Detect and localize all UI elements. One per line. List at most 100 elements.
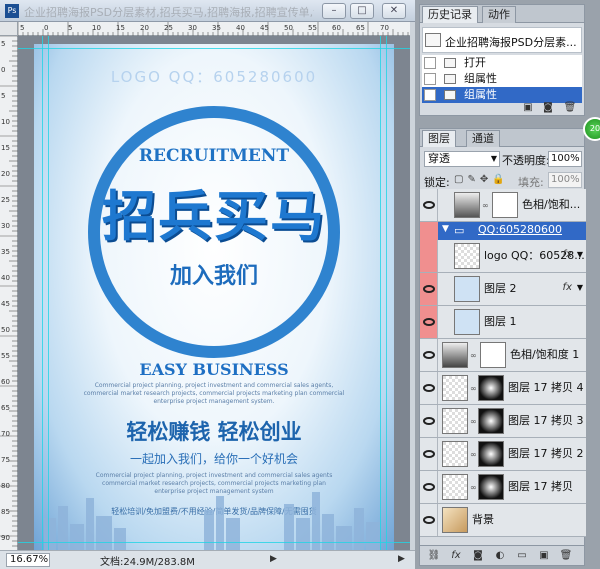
maximize-button[interactable]: □ xyxy=(350,3,374,19)
tab-layers[interactable]: 图层 xyxy=(422,130,456,147)
layer-row[interactable]: ∞ 图层 17 拷贝 4 xyxy=(420,372,586,405)
layer-row[interactable]: logo QQ：60528... fx ▼ xyxy=(420,240,586,273)
layer-row[interactable]: 图层 2 fx ▼ xyxy=(420,273,586,306)
guide-line[interactable] xyxy=(48,36,49,550)
chain-icon[interactable]: ∞ xyxy=(470,384,478,394)
layers-list: ∞ 色相/饱和... ▼ ▭ QQ:605280600 logo QQ：6052… xyxy=(420,189,586,545)
layer-name: 图层 17 拷贝 2 xyxy=(508,447,584,460)
layer-row[interactable]: ∞ 色相/饱和度 1 xyxy=(420,339,586,372)
fx-icon[interactable]: fx xyxy=(448,549,464,563)
status-badge[interactable]: 20 xyxy=(583,117,600,141)
ruler-corner[interactable] xyxy=(0,22,18,36)
expand-arrow-icon[interactable]: ▼ xyxy=(442,224,449,234)
fx-icon[interactable]: fx xyxy=(563,249,572,260)
ruler-label: 65 xyxy=(1,404,10,412)
visibility-toggle[interactable] xyxy=(420,405,438,437)
zoom-field[interactable]: 16.67% xyxy=(6,553,50,567)
document-titlebar[interactable]: Ps 企业招聘海报PSD分层素材,招兵买马,招聘海报,招聘宣传单,诚... – … xyxy=(0,0,415,22)
layer-row[interactable]: 图层 1 xyxy=(420,306,586,339)
guide-line[interactable] xyxy=(380,36,381,550)
guide-line[interactable] xyxy=(18,48,410,49)
ruler-label: 5 xyxy=(68,24,72,32)
guide-line[interactable] xyxy=(386,36,387,550)
visibility-toggle[interactable] xyxy=(420,471,438,503)
ruler-label: 75 xyxy=(1,456,10,464)
trash-icon[interactable]: 🗑 xyxy=(562,101,578,115)
history-checkbox[interactable] xyxy=(424,73,436,85)
canvas-area[interactable]: LOGO QQ：605280600 RECRUITMENT 招兵买马 加入我们 … xyxy=(18,36,410,550)
visibility-toggle[interactable] xyxy=(420,339,438,371)
history-item-selected[interactable]: 组属性 xyxy=(422,87,582,103)
history-snapshot[interactable]: 企业招聘海报PSD分层素... xyxy=(422,27,582,53)
tab-actions[interactable]: 动作 xyxy=(482,6,516,23)
fx-icon[interactable]: fx xyxy=(563,282,572,293)
eye-icon xyxy=(423,483,435,491)
tab-history[interactable]: 历史记录 xyxy=(422,6,478,23)
mask-icon[interactable]: ◙ xyxy=(470,549,486,563)
new-document-icon[interactable]: ▣ xyxy=(520,101,536,115)
new-layer-icon[interactable]: ▣ xyxy=(536,549,552,563)
history-checkbox[interactable] xyxy=(424,89,436,101)
history-checkbox[interactable] xyxy=(424,57,436,69)
ruler-top[interactable]: 5 0 5 10 15 20 25 30 35 40 45 50 55 60 65 70 xyxy=(17,22,410,36)
poster-join: 加入我们 xyxy=(169,264,258,289)
status-arrow-icon[interactable]: ▶ xyxy=(270,554,277,564)
lock-icons[interactable]: ▢✎✥🔒 xyxy=(454,174,509,185)
visibility-toggle[interactable] xyxy=(420,273,438,305)
group-properties-icon xyxy=(444,90,456,100)
fill-field[interactable]: 100% xyxy=(548,172,582,188)
trash-icon[interactable]: 🗑 xyxy=(558,549,574,563)
ruler-label: 80 xyxy=(1,482,10,490)
layers-bottom-bar: ⛓ fx ◙ ◐ ▭ ▣ 🗑 xyxy=(420,545,584,565)
adjustment-icon[interactable]: ◐ xyxy=(492,549,508,563)
eye-icon xyxy=(423,351,435,359)
blend-mode-select[interactable]: 穿透 ▼ xyxy=(424,151,500,167)
poster-canvas[interactable]: LOGO QQ：605280600 RECRUITMENT 招兵买马 加入我们 … xyxy=(34,44,394,550)
visibility-toggle[interactable] xyxy=(420,222,438,240)
lock-label: 锁定: xyxy=(424,176,450,189)
ruler-label: 15 xyxy=(1,144,10,152)
eye-icon xyxy=(423,516,435,524)
layer-row[interactable]: 背景 xyxy=(420,504,586,537)
layer-row[interactable]: ∞ 图层 17 拷贝 2 xyxy=(420,438,586,471)
visibility-toggle[interactable] xyxy=(420,504,438,536)
layers-tabs: 图层 通道 xyxy=(420,129,584,147)
adjustment-thumbnail xyxy=(442,342,468,368)
visibility-toggle[interactable] xyxy=(420,372,438,404)
folder-icon[interactable]: ▭ xyxy=(514,549,530,563)
link-icon[interactable]: ⛓ xyxy=(426,549,442,563)
layer-group-row[interactable]: ▼ ▭ QQ:605280600 xyxy=(420,222,586,240)
visibility-toggle[interactable] xyxy=(420,306,438,338)
ruler-label: 90 xyxy=(1,534,10,542)
chain-icon[interactable]: ∞ xyxy=(470,417,478,427)
layer-row[interactable]: ∞ 图层 17 拷贝 xyxy=(420,471,586,504)
scroll-right-icon[interactable]: ▶ xyxy=(398,554,405,564)
tab-channels[interactable]: 通道 xyxy=(466,130,500,147)
layer-row[interactable]: ∞ 色相/饱和... xyxy=(420,189,586,222)
chain-icon[interactable]: ∞ xyxy=(470,483,478,493)
visibility-toggle[interactable] xyxy=(420,189,438,221)
close-button[interactable]: ✕ xyxy=(382,3,406,19)
poster-desc-line: enterprise project management system. xyxy=(153,398,275,405)
layer-row[interactable]: ∞ 图层 17 拷贝 3 xyxy=(420,405,586,438)
ruler-left[interactable]: 5 0 5 10 15 20 25 30 35 40 45 50 55 60 65 70 75 80 85 90 xyxy=(0,35,18,550)
ruler-label: 50 xyxy=(284,24,293,32)
guide-line[interactable] xyxy=(42,36,43,550)
chain-icon[interactable]: ∞ xyxy=(482,201,490,211)
history-item[interactable]: 打开 xyxy=(422,55,582,71)
history-item[interactable]: 组属性 xyxy=(422,71,582,87)
document-size[interactable]: 文档:24.9M/283.8M xyxy=(100,553,195,568)
snapshot-thumbnail xyxy=(425,33,441,47)
history-item-label: 组属性 xyxy=(464,88,497,101)
expand-effects-icon[interactable]: ▼ xyxy=(577,283,583,292)
snapshot-icon[interactable]: ◙ xyxy=(540,101,556,115)
opacity-field[interactable]: 100% xyxy=(548,151,582,167)
guide-line[interactable] xyxy=(18,542,410,543)
vertical-scrollbar[interactable] xyxy=(410,22,415,550)
minimize-button[interactable]: – xyxy=(322,3,346,19)
chain-icon[interactable]: ∞ xyxy=(470,351,478,361)
expand-effects-icon[interactable]: ▼ xyxy=(577,250,583,259)
chain-icon[interactable]: ∞ xyxy=(470,450,478,460)
visibility-toggle[interactable] xyxy=(420,438,438,470)
visibility-toggle[interactable] xyxy=(420,240,438,272)
